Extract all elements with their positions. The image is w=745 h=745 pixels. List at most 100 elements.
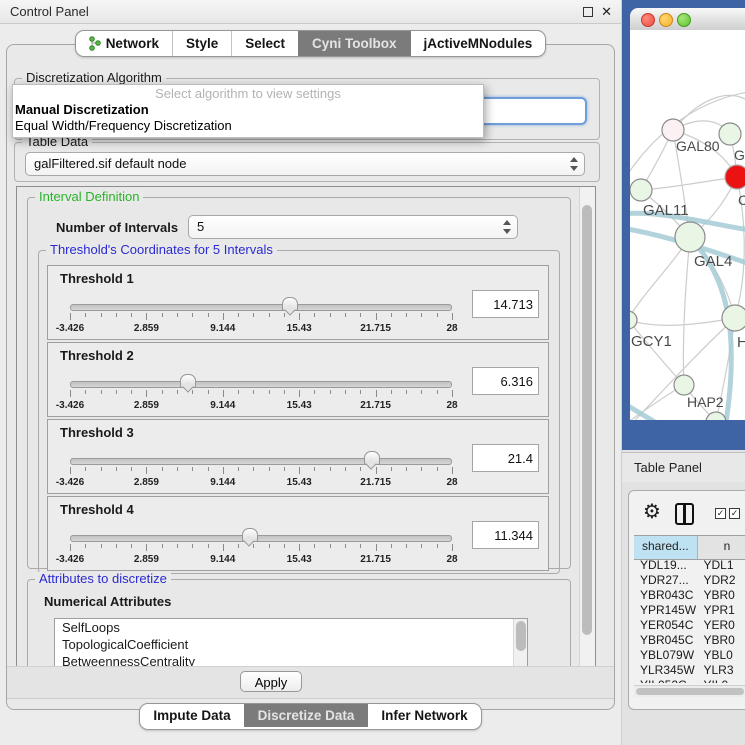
network-icon xyxy=(89,36,101,51)
label-gal11: GAL11 xyxy=(643,202,689,219)
threshold-2-value-field[interactable] xyxy=(472,367,539,395)
button-strip xyxy=(7,666,614,699)
table-cell: YBL079W xyxy=(634,648,700,663)
threshold-1-label: Threshold 1 xyxy=(60,271,134,286)
tab-network[interactable]: Network xyxy=(76,31,172,56)
dropdown-option-equal-width[interactable]: Equal Width/Frequency Discretization xyxy=(13,118,483,134)
table-cell: YPR1 xyxy=(700,603,745,618)
threshold-1-value-field[interactable] xyxy=(472,290,539,318)
table-row[interactable]: YBR043CYBR0 xyxy=(634,588,745,603)
node-gcy1[interactable] xyxy=(630,311,637,329)
attribute-item[interactable]: SelfLoops xyxy=(55,619,527,636)
slider-scale-labels: -3.4262.8599.14415.4321.71528 xyxy=(70,554,452,565)
interval-definition-group: Interval Definition Number of Intervals … xyxy=(27,197,571,569)
node-h[interactable] xyxy=(722,305,745,331)
label-gal4: GAL4 xyxy=(694,253,732,270)
table-row[interactable]: YDL19...YDL1 xyxy=(634,558,745,573)
control-panel: Control Panel ✕ Network Style Select Cyn… xyxy=(0,0,622,745)
table-row[interactable]: YBL079WYBL0 xyxy=(634,648,745,663)
dropdown-placeholder: Select algorithm to view settings xyxy=(13,85,483,102)
table-panel-title: Table Panel xyxy=(634,453,702,483)
settings-scrollpane: Interval Definition Number of Intervals … xyxy=(16,186,596,670)
table-data-combobox[interactable]: galFiltered.sif default node xyxy=(25,152,585,176)
node-hap2[interactable] xyxy=(674,375,694,395)
slider-thumb[interactable] xyxy=(180,374,196,388)
tab-cyni-toolbox[interactable]: Cyni Toolbox xyxy=(298,31,410,56)
top-tabbar: Network Style Select Cyni Toolbox jActiv… xyxy=(0,30,621,57)
column-header-shared-name[interactable]: shared... xyxy=(634,536,698,559)
threshold-3-slider[interactable]: -3.4262.8599.14415.4321.71528 xyxy=(70,450,452,490)
table-row[interactable]: YDR27...YDR2 xyxy=(634,573,745,588)
float-window-icon[interactable] xyxy=(583,7,593,17)
num-intervals-label: Number of Intervals xyxy=(56,220,178,235)
table-row[interactable]: YBR045CYBR0 xyxy=(634,633,745,648)
label-gal80: GAL80 xyxy=(676,138,720,154)
select-columns-icon[interactable]: ✓ ✓ xyxy=(715,508,740,519)
window-zoom-button[interactable] xyxy=(677,13,691,27)
tab-jactivemodules[interactable]: jActiveMNodules xyxy=(410,31,546,56)
threshold-2-slider[interactable]: -3.4262.8599.14415.4321.71528 xyxy=(70,373,452,413)
slider-track[interactable] xyxy=(70,304,452,311)
table-cell: YBR0 xyxy=(700,588,745,603)
settings-scrollbar[interactable] xyxy=(579,187,595,669)
control-panel-titlebar: Control Panel ✕ xyxy=(0,0,621,24)
tab-impute-data[interactable]: Impute Data xyxy=(140,704,243,727)
gear-icon[interactable]: ⚙ xyxy=(643,499,661,524)
node-bottom-partial[interactable] xyxy=(706,412,726,420)
network-canvas[interactable]: GAL80 GA C GAL11 GAL4 GCY1 H HAP2 xyxy=(630,30,745,420)
tab-network-label: Network xyxy=(106,31,159,56)
slider-track[interactable] xyxy=(70,535,452,542)
attributes-scrollbar[interactable] xyxy=(513,619,527,670)
attributes-scroll-thumb[interactable] xyxy=(516,621,526,651)
threshold-4-slider[interactable]: -3.4262.8599.14415.4321.71528 xyxy=(70,527,452,567)
slider-scale-labels: -3.4262.8599.14415.4321.71528 xyxy=(70,400,452,411)
window-minimize-button[interactable] xyxy=(659,13,673,27)
algorithm-dropdown-popup: Select algorithm to view settings Manual… xyxy=(12,84,484,138)
tab-style[interactable]: Style xyxy=(172,31,231,56)
column-header-name[interactable]: n xyxy=(698,536,745,559)
slider-scale-labels: -3.4262.8599.14415.4321.71528 xyxy=(70,477,452,488)
num-intervals-combobox[interactable]: 5 xyxy=(188,215,518,239)
threshold-4-value-field[interactable] xyxy=(472,521,539,549)
network-graph: GAL80 GA C GAL11 GAL4 GCY1 H HAP2 xyxy=(630,30,745,420)
table-hscroll-thumb[interactable] xyxy=(636,688,744,695)
table-cell: YDL19... xyxy=(634,558,700,573)
attribute-item[interactable]: TopologicalCoefficient xyxy=(55,636,527,653)
table-hscrollbar[interactable] xyxy=(634,685,745,697)
window-close-button[interactable] xyxy=(641,13,655,27)
apply-button[interactable]: Apply xyxy=(240,671,302,692)
network-window-titlebar xyxy=(630,8,745,31)
interval-definition-title: Interval Definition xyxy=(35,190,143,204)
slider-thumb[interactable] xyxy=(282,297,298,311)
threshold-panel-3: Threshold 3 -3.4262.8599.14415.4321.7152… xyxy=(47,419,549,494)
threshold-1-slider[interactable]: -3.4262.8599.14415.4321.71528 xyxy=(70,296,452,336)
node-top-right[interactable] xyxy=(719,123,741,145)
table-row[interactable]: YPR145WYPR1 xyxy=(634,603,745,618)
slider-ticks xyxy=(70,390,452,398)
label-c-partial: C xyxy=(738,192,745,208)
slider-track[interactable] xyxy=(70,381,452,388)
tab-select[interactable]: Select xyxy=(231,31,298,56)
table-row[interactable]: YLR345WYLR3 xyxy=(634,663,745,678)
tab-infer-network[interactable]: Infer Network xyxy=(367,704,480,727)
table-cell: YPR145W xyxy=(634,603,700,618)
node-gal11[interactable] xyxy=(630,179,652,201)
slider-track[interactable] xyxy=(70,458,452,465)
checked-box-icon: ✓ xyxy=(729,508,740,519)
threshold-3-value-field[interactable] xyxy=(472,444,539,472)
table-data-group: Table Data galFiltered.sif default node xyxy=(14,142,600,182)
split-columns-icon[interactable] xyxy=(675,503,694,525)
slider-thumb[interactable] xyxy=(242,528,258,542)
table-row[interactable]: YIL052CYIL0 xyxy=(634,678,745,683)
node-selected-red[interactable] xyxy=(725,165,745,189)
settings-scroll-thumb[interactable] xyxy=(582,205,592,635)
tab-discretize-data[interactable]: Discretize Data xyxy=(244,704,368,727)
table-row[interactable]: YER054CYER0 xyxy=(634,618,745,633)
table-panel-header: Table Panel xyxy=(622,452,745,484)
slider-thumb[interactable] xyxy=(364,451,380,465)
table-data-selected: galFiltered.sif default node xyxy=(34,156,186,171)
node-gal4[interactable] xyxy=(675,222,705,252)
dropdown-option-manual[interactable]: Manual Discretization xyxy=(13,102,483,118)
slider-ticks xyxy=(70,313,452,321)
close-icon[interactable]: ✕ xyxy=(601,3,612,20)
